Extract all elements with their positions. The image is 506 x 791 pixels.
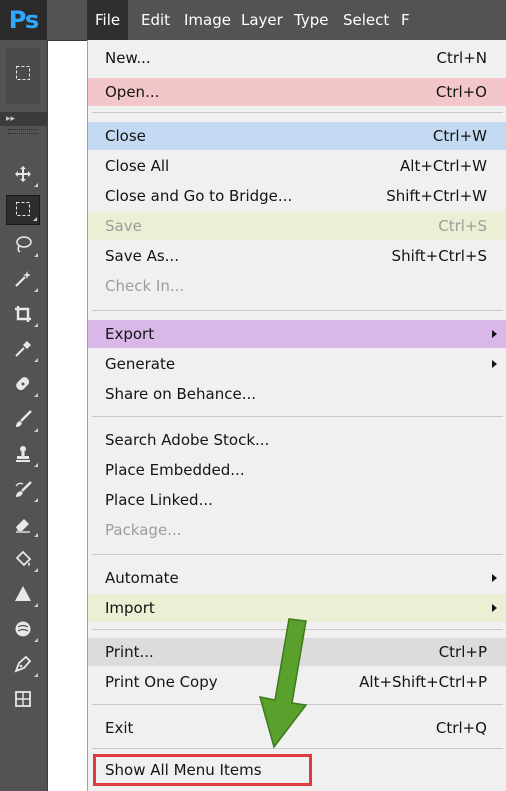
menu-item-package[interactable]: Package... <box>88 516 506 544</box>
menu-item-label: Generate <box>105 355 176 373</box>
menu-item-check-in[interactable]: Check In... <box>88 272 506 300</box>
annotation-highlight-box <box>93 754 312 786</box>
menu-item-label: Search Adobe Stock... <box>105 431 270 449</box>
menu-item-save-as[interactable]: Save As... Shift+Ctrl+S <box>88 242 506 270</box>
menu-item-label: Close All <box>105 157 170 175</box>
menu-item-label: Export <box>105 325 155 343</box>
lasso-icon[interactable] <box>6 230 40 260</box>
menu-image[interactable]: Image <box>176 0 239 40</box>
menu-item-label: New... <box>105 49 151 67</box>
magic-wand-icon[interactable] <box>6 265 40 295</box>
menu-item-shortcut: Shift+Ctrl+S <box>391 247 487 265</box>
menu-item-label: Close and Go to Bridge... <box>105 187 293 205</box>
menu-item-close[interactable]: Close Ctrl+W <box>88 122 506 150</box>
sharpen-icon[interactable] <box>6 580 40 610</box>
menu-item-automate[interactable]: Automate <box>88 564 506 592</box>
healing-brush-icon[interactable] <box>6 370 40 400</box>
menu-item-label: Save As... <box>105 247 179 265</box>
menu-item-new[interactable]: New... Ctrl+N <box>88 44 506 72</box>
menu-item-shortcut: Ctrl+O <box>435 83 487 101</box>
menu-item-label: Place Embedded... <box>105 461 245 479</box>
menu-item-label: Package... <box>105 521 182 539</box>
pen-icon[interactable] <box>6 650 40 680</box>
menu-item-label: Open... <box>105 83 160 101</box>
menu-item-shortcut: Ctrl+P <box>438 643 487 661</box>
menu-item-shortcut: Alt+Shift+Ctrl+P <box>359 673 487 691</box>
menu-item-label: Exit <box>105 719 134 737</box>
menu-file[interactable]: File <box>87 0 129 40</box>
tools-panel: Ps ▸▸ <box>0 0 48 791</box>
menu-item-label: Print One Copy <box>105 673 218 691</box>
menu-select[interactable]: Select <box>335 0 397 40</box>
menu-bar: File Edit Image Layer Type Select F <box>47 0 506 41</box>
menu-item-share-on-behance[interactable]: Share on Behance... <box>88 380 506 408</box>
panel-collapse-button[interactable]: ▸▸ <box>0 112 47 126</box>
panel-grip[interactable] <box>8 129 38 134</box>
menu-item-shortcut: Ctrl+N <box>436 49 487 67</box>
annotation-arrow-icon <box>258 618 308 749</box>
eyedropper-icon[interactable] <box>6 335 40 365</box>
menu-item-close-all[interactable]: Close All Alt+Ctrl+W <box>88 152 506 180</box>
submenu-arrow-icon <box>492 574 497 582</box>
brush-icon[interactable] <box>6 405 40 435</box>
eraser-icon[interactable] <box>6 510 40 540</box>
menu-item-place-linked[interactable]: Place Linked... <box>88 486 506 514</box>
menu-item-label: Import <box>105 599 155 617</box>
menu-item-label: Share on Behance... <box>105 385 257 403</box>
menu-item-shortcut: Shift+Ctrl+W <box>386 187 487 205</box>
menu-item-label: Close <box>105 127 146 145</box>
options-tool-box <box>6 48 40 104</box>
submenu-arrow-icon <box>492 330 497 338</box>
menu-item-shortcut: Ctrl+W <box>432 127 487 145</box>
menu-filter[interactable]: F <box>393 0 418 40</box>
type-tool-icon[interactable] <box>6 685 40 715</box>
clone-stamp-icon[interactable] <box>6 440 40 470</box>
paint-bucket-icon[interactable] <box>6 545 40 575</box>
menu-separator <box>92 416 503 417</box>
move-icon[interactable] <box>6 160 40 190</box>
menu-item-close-and-go-to-bridge[interactable]: Close and Go to Bridge... Shift+Ctrl+W <box>88 182 506 210</box>
menu-item-label: Save <box>105 217 142 235</box>
menu-item-export[interactable]: Export <box>88 320 506 348</box>
marquee-top-icon[interactable] <box>6 60 40 90</box>
menu-edit[interactable]: Edit <box>133 0 178 40</box>
history-brush-icon[interactable] <box>6 475 40 505</box>
menu-item-shortcut: Ctrl+S <box>438 217 487 235</box>
file-menu-dropdown: New... Ctrl+N Open... Ctrl+O Close Ctrl+… <box>87 40 506 791</box>
menu-item-label: Automate <box>105 569 179 587</box>
menu-item-generate[interactable]: Generate <box>88 350 506 378</box>
menu-item-save[interactable]: Save Ctrl+S <box>88 212 506 240</box>
submenu-arrow-icon <box>492 604 497 612</box>
rectangular-marquee-icon[interactable] <box>6 195 40 225</box>
crop-icon[interactable] <box>6 300 40 330</box>
menu-item-open[interactable]: Open... Ctrl+O <box>88 78 506 106</box>
menu-item-search-adobe-stock[interactable]: Search Adobe Stock... <box>88 426 506 454</box>
menu-type[interactable]: Type <box>286 0 336 40</box>
menu-item-shortcut: Alt+Ctrl+W <box>400 157 487 175</box>
submenu-arrow-icon <box>492 360 497 368</box>
menu-item-shortcut: Ctrl+Q <box>435 719 487 737</box>
dodge-icon[interactable] <box>6 615 40 645</box>
menu-item-label: Place Linked... <box>105 491 213 509</box>
menu-layer[interactable]: Layer <box>233 0 291 40</box>
menu-item-place-embedded[interactable]: Place Embedded... <box>88 456 506 484</box>
menu-separator <box>92 112 503 113</box>
photoshop-logo: Ps <box>0 0 47 40</box>
menu-item-label: Print... <box>105 643 154 661</box>
menu-separator <box>92 310 503 311</box>
menu-separator <box>92 554 503 555</box>
menu-item-label: Check In... <box>105 277 185 295</box>
